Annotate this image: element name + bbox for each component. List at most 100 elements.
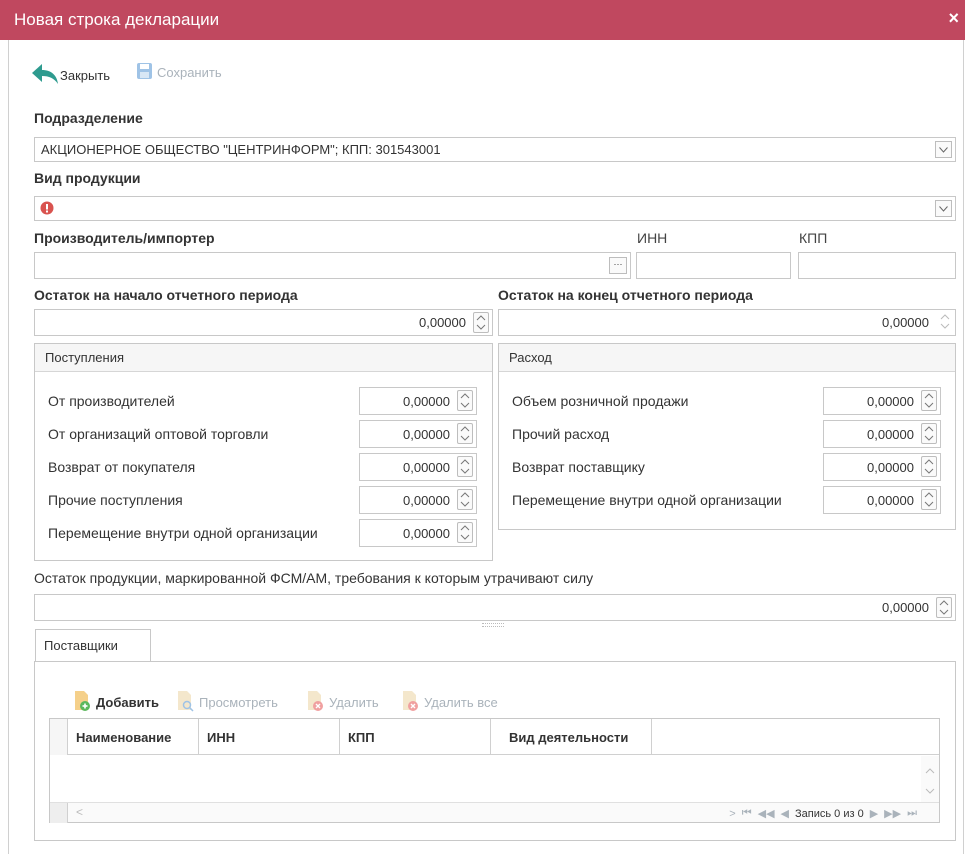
delete-all-suppliers-label: Удалить все	[424, 695, 498, 710]
chevron-down-icon[interactable]	[935, 200, 952, 217]
column-header-inn[interactable]: ИНН	[200, 719, 340, 755]
producer-field[interactable]: ···	[34, 252, 631, 279]
window-title: Новая строка декларации	[14, 10, 220, 29]
balance-end-label: Остаток на конец отчетного периода	[498, 287, 753, 303]
footer-corner	[50, 803, 68, 823]
expense-row-field[interactable]: 0,00000	[823, 486, 941, 514]
next-page-icon[interactable]: ▶	[870, 807, 878, 820]
error-icon	[40, 201, 54, 218]
window-close-button[interactable]: ×	[948, 8, 959, 29]
receipts-row-value: 0,00000	[403, 427, 450, 442]
marked-balance-spinner[interactable]	[936, 597, 952, 618]
suppliers-grid-header: Наименование ИНН КПП Вид деятельности	[50, 719, 939, 755]
balance-end-spinner[interactable]	[936, 312, 952, 333]
delete-all-document-icon	[400, 690, 420, 715]
delete-supplier-label: Удалить	[329, 695, 379, 710]
column-header-activity[interactable]: Вид деятельности	[492, 719, 652, 755]
add-supplier-button[interactable]: Добавить	[72, 690, 159, 715]
column-header-kpp[interactable]: КПП	[341, 719, 491, 755]
save-button[interactable]: Сохранить	[136, 62, 222, 83]
grid-footer: < > ⏮ ◀◀ ◀ Запись 0 из 0 ▶ ▶▶ ⏭	[50, 802, 939, 823]
receipts-row-spinner[interactable]	[457, 522, 473, 543]
receipts-row-spinner[interactable]	[457, 489, 473, 510]
receipts-row-field[interactable]: 0,00000	[359, 486, 477, 514]
expense-row-field[interactable]: 0,00000	[823, 420, 941, 448]
product-type-select[interactable]	[34, 196, 956, 221]
expense-row-value: 0,00000	[867, 427, 914, 442]
next-page-fast-icon[interactable]: ▶▶	[884, 807, 901, 820]
close-button[interactable]: Закрыть	[30, 61, 110, 90]
receipts-title: Поступления	[35, 344, 492, 372]
prev-page-fast-icon[interactable]: ◀◀	[758, 807, 775, 820]
expense-row-label: Прочий расход	[512, 426, 610, 442]
inn-field[interactable]	[636, 252, 791, 279]
producer-label: Производитель/импортер	[34, 230, 215, 246]
delete-supplier-button[interactable]: Удалить	[305, 690, 379, 715]
first-page-icon[interactable]: ⏮	[742, 807, 752, 820]
add-supplier-label: Добавить	[96, 695, 159, 710]
close-button-label: Закрыть	[60, 68, 111, 83]
receipts-row-field[interactable]: 0,00000	[359, 387, 477, 415]
balance-start-value: 0,00000	[419, 315, 466, 330]
receipts-row-field[interactable]: 0,00000	[359, 519, 477, 547]
receipts-row-label: Перемещение внутри одной организации	[48, 525, 318, 541]
receipts-row-field[interactable]: 0,00000	[359, 420, 477, 448]
expense-row-field[interactable]: 0,00000	[823, 453, 941, 481]
pager: > ⏮ ◀◀ ◀ Запись 0 из 0 ▶ ▶▶ ⏭	[729, 807, 917, 820]
expense-row-spinner[interactable]	[921, 390, 937, 411]
receipts-row-label: Прочие поступления	[48, 492, 183, 508]
splitter-handle[interactable]	[482, 623, 504, 627]
expense-row-label: Возврат поставщику	[512, 459, 645, 475]
receipts-row-spinner[interactable]	[457, 390, 473, 411]
balance-start-field[interactable]: 0,00000	[34, 309, 493, 336]
expense-row-spinner[interactable]	[921, 423, 937, 444]
receipts-row-spinner[interactable]	[457, 456, 473, 477]
product-type-label: Вид продукции	[34, 170, 141, 186]
subdivision-select[interactable]: АКЦИОНЕРНОЕ ОБЩЕСТВО "ЦЕНТРИНФОРМ"; КПП:…	[34, 137, 956, 162]
expense-title: Расход	[499, 344, 955, 372]
browse-button[interactable]: ···	[609, 257, 627, 274]
record-counter: Запись 0 из 0	[795, 807, 864, 820]
view-supplier-button[interactable]: Просмотреть	[175, 690, 278, 715]
suppliers-grid: Наименование ИНН КПП Вид деятельности < …	[49, 718, 940, 823]
receipts-row-value: 0,00000	[403, 526, 450, 541]
expense-row-spinner[interactable]	[921, 489, 937, 510]
add-document-icon	[72, 690, 92, 715]
balance-end-field[interactable]: 0,00000	[498, 309, 956, 336]
chevron-down-icon[interactable]	[935, 141, 952, 158]
marked-balance-label: Остаток продукции, маркированной ФСМ/АМ,…	[34, 570, 594, 586]
expense-row-value: 0,00000	[867, 460, 914, 475]
delete-document-icon	[305, 690, 325, 715]
back-arrow-icon	[30, 61, 60, 90]
vertical-scrollbar[interactable]	[921, 756, 939, 802]
kpp-field[interactable]	[798, 252, 956, 279]
kpp-label: КПП	[799, 230, 828, 246]
expense-row-field[interactable]: 0,00000	[823, 387, 941, 415]
view-document-icon	[175, 690, 195, 715]
balance-end-value: 0,00000	[882, 315, 929, 330]
save-button-label: Сохранить	[157, 65, 222, 80]
balance-start-label: Остаток на начало отчетного периода	[34, 287, 298, 303]
expense-row-label: Перемещение внутри одной организации	[512, 492, 782, 508]
scroll-left-icon[interactable]: <	[76, 805, 83, 819]
subdivision-value: АКЦИОНЕРНОЕ ОБЩЕСТВО "ЦЕНТРИНФОРМ"; КПП:…	[41, 142, 441, 157]
last-page-icon[interactable]: ⏭	[907, 807, 917, 820]
row-selector-header	[50, 719, 68, 755]
receipts-row-label: От производителей	[48, 393, 175, 409]
receipts-row-label: От организаций оптовой торговли	[48, 426, 269, 442]
receipts-row-spinner[interactable]	[457, 423, 473, 444]
column-header-name[interactable]: Наименование	[69, 719, 199, 755]
subdivision-label: Подразделение	[34, 110, 143, 126]
balance-start-spinner[interactable]	[473, 312, 489, 333]
receipts-row-value: 0,00000	[403, 493, 450, 508]
delete-all-suppliers-button[interactable]: Удалить все	[400, 690, 498, 715]
inn-label: ИНН	[637, 230, 668, 246]
tab-suppliers[interactable]: Поставщики	[35, 629, 151, 662]
view-supplier-label: Просмотреть	[199, 695, 278, 710]
receipts-row-field[interactable]: 0,00000	[359, 453, 477, 481]
marked-balance-field[interactable]: 0,00000	[34, 594, 956, 621]
expense-row-spinner[interactable]	[921, 456, 937, 477]
scroll-right-icon[interactable]: >	[729, 808, 735, 820]
prev-page-icon[interactable]: ◀	[781, 807, 789, 820]
window-titlebar: Новая строка декларации ×	[0, 0, 965, 40]
